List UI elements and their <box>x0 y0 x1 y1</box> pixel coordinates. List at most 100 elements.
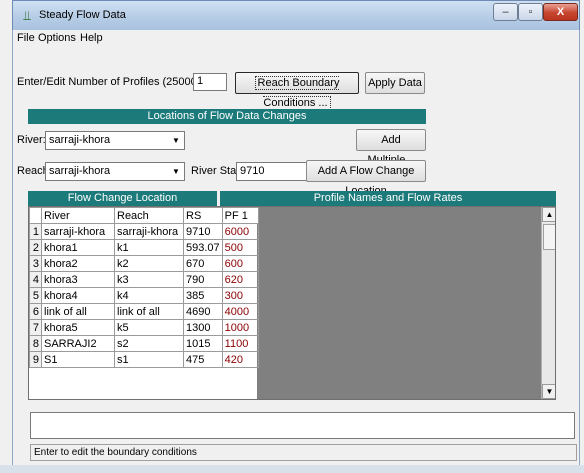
menu-file[interactable]: File <box>17 32 35 44</box>
maximize-icon: ▫ <box>528 6 533 18</box>
cell-rs[interactable]: 790 <box>183 271 223 288</box>
cell-river[interactable]: khora2 <box>41 255 115 272</box>
flow-data-icon: ⫫ <box>23 8 31 23</box>
add-multiple-button[interactable]: Add Multiple... <box>356 129 426 166</box>
flow-change-location-banner: Flow Change Location <box>28 191 217 206</box>
cell-rs[interactable]: 385 <box>183 287 223 304</box>
cell-flow[interactable]: 4000 <box>221 303 259 320</box>
cell-reach[interactable]: sarraji-khora <box>114 223 184 240</box>
cell-flow[interactable]: 620 <box>221 271 259 288</box>
scroll-thumb[interactable] <box>543 224 555 250</box>
row-number-header <box>29 207 42 224</box>
cell-flow[interactable]: 6000 <box>221 223 259 240</box>
row-number: 1 <box>29 223 42 240</box>
row-number: 7 <box>29 319 42 336</box>
reach-boundary-conditions-button[interactable]: Reach Boundary Conditions ... <box>235 72 359 110</box>
cell-rs[interactable]: 1015 <box>183 335 223 352</box>
menu-help[interactable]: Help <box>80 32 103 44</box>
profiles-count-field[interactable]: 1 <box>193 73 227 91</box>
table-row[interactable]: 8 SARRAJI2 s2 1015 1100 <box>29 335 259 352</box>
table-row[interactable]: 7 khora5 k5 1300 1000 <box>29 319 259 336</box>
table-row[interactable]: 1 sarraji-khora sarraji-khora 9710 6000 <box>29 223 259 240</box>
add-flow-change-location-button[interactable]: Add A Flow Change Location <box>306 160 426 197</box>
cell-river[interactable]: khora1 <box>41 239 115 256</box>
table-header-row: River Reach RS PF 1 <box>29 207 259 224</box>
table-row[interactable]: 3 khora2 k2 670 600 <box>29 255 259 272</box>
flow-data-grid: River Reach RS PF 1 1 sarraji-khora sarraj… <box>28 206 556 400</box>
cell-reach[interactable]: k4 <box>114 287 184 304</box>
river-select[interactable]: sarraji-khora ▼ <box>45 131 185 150</box>
column-header-reach: Reach <box>114 207 184 224</box>
chevron-down-icon[interactable]: ▼ <box>169 133 183 148</box>
cell-river[interactable]: S1 <box>41 351 115 368</box>
cell-river[interactable]: sarraji-khora <box>41 223 115 240</box>
cell-reach[interactable]: k3 <box>114 271 184 288</box>
flow-table: River Reach RS PF 1 1 sarraji-khora sarraj… <box>29 207 259 368</box>
chevron-down-icon[interactable]: ▼ <box>169 164 183 179</box>
cell-reach[interactable]: link of all <box>114 303 184 320</box>
row-number: 2 <box>29 239 42 256</box>
table-row[interactable]: 5 khora4 k4 385 300 <box>29 287 259 304</box>
cell-reach[interactable]: k2 <box>114 255 184 272</box>
row-number: 9 <box>29 351 42 368</box>
cell-river[interactable]: khora4 <box>41 287 115 304</box>
menu-options[interactable]: Options <box>38 32 76 44</box>
status-bar: Enter to edit the boundary conditions <box>30 444 577 461</box>
cell-reach[interactable]: k1 <box>114 239 184 256</box>
reach-boundary-conditions-label: Reach Boundary Conditions ... <box>254 76 340 110</box>
table-row[interactable]: 2 khora1 k1 593.07 500 <box>29 239 259 256</box>
row-number: 3 <box>29 255 42 272</box>
vertical-scrollbar[interactable]: ▲ ▼ <box>541 207 555 399</box>
menu-bar: File Options Help <box>13 30 579 48</box>
cell-flow[interactable]: 300 <box>221 287 259 304</box>
cell-rs[interactable]: 670 <box>183 255 223 272</box>
maximize-button[interactable]: ▫ <box>518 3 543 21</box>
column-header-pf1: PF 1 <box>221 207 259 224</box>
cell-rs[interactable]: 593.07 <box>183 239 223 256</box>
river-value: sarraji-khora <box>49 134 111 146</box>
close-icon: X <box>556 6 565 18</box>
cell-river[interactable]: khora5 <box>41 319 115 336</box>
table-row[interactable]: 4 khora3 k3 790 620 <box>29 271 259 288</box>
cell-rs[interactable]: 1300 <box>183 319 223 336</box>
scroll-down-icon[interactable]: ▼ <box>542 384 555 399</box>
river-sta-label: River Sta.: <box>191 165 243 177</box>
cell-river[interactable]: SARRAJI2 <box>41 335 115 352</box>
screen: ⫫ Steady Flow Data – ▫ X File Options He… <box>0 0 584 473</box>
cell-flow[interactable]: 1000 <box>221 319 259 336</box>
reach-value: sarraji-khora <box>49 165 111 177</box>
cell-flow[interactable]: 420 <box>221 351 259 368</box>
cell-river[interactable]: link of all <box>41 303 115 320</box>
cell-flow[interactable]: 500 <box>221 239 259 256</box>
river-label: River: <box>17 134 46 146</box>
cell-river[interactable]: khora3 <box>41 271 115 288</box>
title-bar: ⫫ Steady Flow Data – ▫ X <box>12 0 580 30</box>
window-title: Steady Flow Data <box>39 9 126 21</box>
apply-data-button[interactable]: Apply Data <box>365 72 425 94</box>
cell-reach[interactable]: s1 <box>114 351 184 368</box>
grid-empty-area <box>257 207 541 399</box>
minimize-button[interactable]: – <box>493 3 518 21</box>
column-header-rs: RS <box>183 207 223 224</box>
column-header-river: River <box>41 207 115 224</box>
minimize-icon: – <box>502 6 509 18</box>
message-box <box>30 412 575 439</box>
scroll-up-icon[interactable]: ▲ <box>542 207 555 222</box>
cell-rs[interactable]: 4690 <box>183 303 223 320</box>
river-sta-value: 9710 <box>240 165 265 177</box>
cell-reach[interactable]: s2 <box>114 335 184 352</box>
locations-banner: Locations of Flow Data Changes <box>28 109 426 124</box>
row-number: 5 <box>29 287 42 304</box>
reach-select[interactable]: sarraji-khora ▼ <box>45 162 185 181</box>
steady-flow-window: File Options Help Enter/Edit Number of P… <box>12 30 580 465</box>
cell-rs[interactable]: 9710 <box>183 223 223 240</box>
row-number: 6 <box>29 303 42 320</box>
table-row[interactable]: 6 link of all link of all 4690 4000 <box>29 303 259 320</box>
cell-flow[interactable]: 600 <box>221 255 259 272</box>
close-button[interactable]: X <box>543 3 578 21</box>
cell-flow[interactable]: 1100 <box>221 335 259 352</box>
row-number: 4 <box>29 271 42 288</box>
cell-reach[interactable]: k5 <box>114 319 184 336</box>
cell-rs[interactable]: 475 <box>183 351 223 368</box>
table-row[interactable]: 9 S1 s1 475 420 <box>29 351 259 368</box>
